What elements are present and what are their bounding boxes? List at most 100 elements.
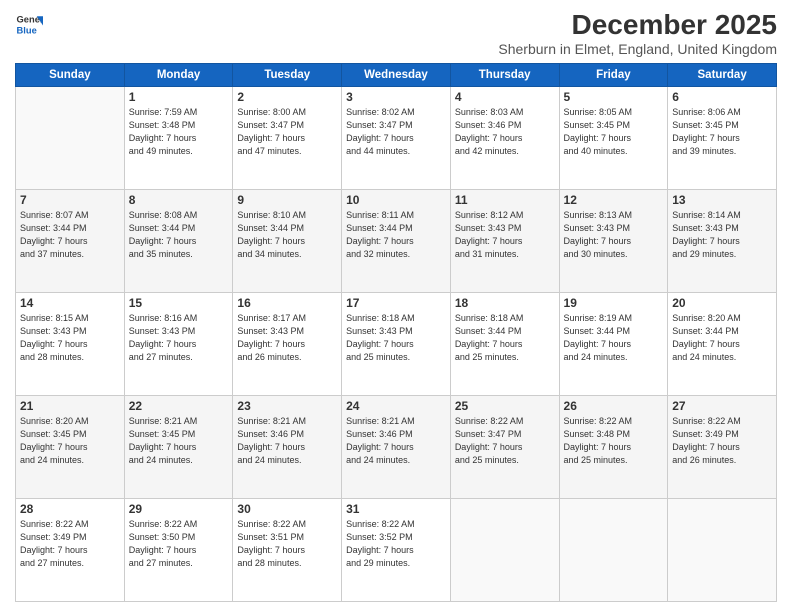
day-number: 12	[564, 193, 664, 207]
day-number: 14	[20, 296, 120, 310]
calendar-cell	[16, 86, 125, 189]
calendar-cell: 11Sunrise: 8:12 AM Sunset: 3:43 PM Dayli…	[450, 189, 559, 292]
logo: General Blue	[15, 10, 43, 38]
day-number: 25	[455, 399, 555, 413]
weekday-header-saturday: Saturday	[668, 63, 777, 86]
weekday-header-sunday: Sunday	[16, 63, 125, 86]
calendar-cell: 13 Sunrise: 8:14 AM Sunset: 3:43 PM Dayli…	[668, 189, 777, 292]
day-info: Sunrise: 8:21 AM Sunset: 3:45 PM Dayligh…	[129, 415, 229, 467]
day-info: Sunrise: 8:08 AM Sunset: 3:44 PM Dayligh…	[129, 209, 229, 261]
day-number: 20	[672, 296, 772, 310]
calendar-week-row: 1 Sunrise: 7:59 AM Sunset: 3:48 PM Daylig…	[16, 86, 777, 189]
day-number: 4	[455, 90, 555, 104]
day-info: Sunrise: 8:07 AM Sunset: 3:44 PM Dayligh…	[20, 209, 120, 261]
day-info: Sunrise: 8:17 AM Sunset: 3:43 PM Dayligh…	[237, 312, 337, 364]
day-info: Sunrise: 8:13 AM Sunset: 3:43 PM Dayligh…	[564, 209, 664, 261]
month-title: December 2025	[498, 10, 777, 41]
calendar-cell: 10Sunrise: 8:11 AM Sunset: 3:44 PM Dayli…	[342, 189, 451, 292]
weekday-header-monday: Monday	[124, 63, 233, 86]
svg-text:Blue: Blue	[17, 25, 37, 35]
day-info: Sunrise: 8:06 AM Sunset: 3:45 PM Dayligh…	[672, 106, 772, 158]
day-number: 11	[455, 193, 555, 207]
day-info: Sunrise: 8:02 AM Sunset: 3:47 PM Dayligh…	[346, 106, 446, 158]
day-number: 15	[129, 296, 229, 310]
weekday-header-friday: Friday	[559, 63, 668, 86]
day-number: 8	[129, 193, 229, 207]
calendar-week-row: 21 Sunrise: 8:20 AM Sunset: 3:45 PM Dayli…	[16, 395, 777, 498]
calendar-cell: 31 Sunrise: 8:22 AM Sunset: 3:52 PM Dayli…	[342, 498, 451, 601]
day-info: Sunrise: 8:22 AM Sunset: 3:50 PM Dayligh…	[129, 518, 229, 570]
calendar-cell: 21 Sunrise: 8:20 AM Sunset: 3:45 PM Dayli…	[16, 395, 125, 498]
day-number: 27	[672, 399, 772, 413]
day-number: 1	[129, 90, 229, 104]
day-number: 16	[237, 296, 337, 310]
weekday-header-wednesday: Wednesday	[342, 63, 451, 86]
day-number: 18	[455, 296, 555, 310]
calendar-cell: 1 Sunrise: 7:59 AM Sunset: 3:48 PM Daylig…	[124, 86, 233, 189]
day-number: 28	[20, 502, 120, 516]
weekday-header-row: SundayMondayTuesdayWednesdayThursdayFrid…	[16, 63, 777, 86]
day-number: 6	[672, 90, 772, 104]
day-info: Sunrise: 8:18 AM Sunset: 3:44 PM Dayligh…	[455, 312, 555, 364]
day-info: Sunrise: 8:03 AM Sunset: 3:46 PM Dayligh…	[455, 106, 555, 158]
calendar-cell: 23 Sunrise: 8:21 AM Sunset: 3:46 PM Dayli…	[233, 395, 342, 498]
day-info: Sunrise: 8:21 AM Sunset: 3:46 PM Dayligh…	[346, 415, 446, 467]
calendar-cell: 8 Sunrise: 8:08 AM Sunset: 3:44 PM Daylig…	[124, 189, 233, 292]
calendar-cell: 17 Sunrise: 8:18 AM Sunset: 3:43 PM Dayli…	[342, 292, 451, 395]
day-info: Sunrise: 8:22 AM Sunset: 3:49 PM Dayligh…	[20, 518, 120, 570]
day-number: 31	[346, 502, 446, 516]
day-info: Sunrise: 8:16 AM Sunset: 3:43 PM Dayligh…	[129, 312, 229, 364]
day-info: Sunrise: 8:22 AM Sunset: 3:49 PM Dayligh…	[672, 415, 772, 467]
day-info: Sunrise: 8:18 AM Sunset: 3:43 PM Dayligh…	[346, 312, 446, 364]
day-info: Sunrise: 8:15 AM Sunset: 3:43 PM Dayligh…	[20, 312, 120, 364]
day-info: Sunrise: 8:22 AM Sunset: 3:48 PM Dayligh…	[564, 415, 664, 467]
calendar-cell: 2 Sunrise: 8:00 AM Sunset: 3:47 PM Daylig…	[233, 86, 342, 189]
day-info: Sunrise: 8:22 AM Sunset: 3:47 PM Dayligh…	[455, 415, 555, 467]
day-number: 5	[564, 90, 664, 104]
day-info: Sunrise: 7:59 AM Sunset: 3:48 PM Dayligh…	[129, 106, 229, 158]
day-number: 10	[346, 193, 446, 207]
calendar-cell: 9Sunrise: 8:10 AM Sunset: 3:44 PM Daylig…	[233, 189, 342, 292]
calendar-cell: 29Sunrise: 8:22 AM Sunset: 3:50 PM Dayli…	[124, 498, 233, 601]
calendar-cell: 28 Sunrise: 8:22 AM Sunset: 3:49 PM Dayli…	[16, 498, 125, 601]
calendar-cell: 26Sunrise: 8:22 AM Sunset: 3:48 PM Dayli…	[559, 395, 668, 498]
day-number: 17	[346, 296, 446, 310]
calendar-cell: 16 Sunrise: 8:17 AM Sunset: 3:43 PM Dayli…	[233, 292, 342, 395]
calendar-cell: 5 Sunrise: 8:05 AM Sunset: 3:45 PM Daylig…	[559, 86, 668, 189]
day-info: Sunrise: 8:20 AM Sunset: 3:45 PM Dayligh…	[20, 415, 120, 467]
day-info: Sunrise: 8:00 AM Sunset: 3:47 PM Dayligh…	[237, 106, 337, 158]
calendar-cell: 27 Sunrise: 8:22 AM Sunset: 3:49 PM Dayli…	[668, 395, 777, 498]
calendar-cell: 22Sunrise: 8:21 AM Sunset: 3:45 PM Dayli…	[124, 395, 233, 498]
subtitle: Sherburn in Elmet, England, United Kingd…	[498, 41, 777, 57]
calendar-week-row: 7 Sunrise: 8:07 AM Sunset: 3:44 PM Daylig…	[16, 189, 777, 292]
day-info: Sunrise: 8:14 AM Sunset: 3:43 PM Dayligh…	[672, 209, 772, 261]
day-info: Sunrise: 8:22 AM Sunset: 3:52 PM Dayligh…	[346, 518, 446, 570]
header: General Blue December 2025 Sherburn in E…	[15, 10, 777, 57]
day-info: Sunrise: 8:10 AM Sunset: 3:44 PM Dayligh…	[237, 209, 337, 261]
day-number: 13	[672, 193, 772, 207]
calendar-cell: 19Sunrise: 8:19 AM Sunset: 3:44 PM Dayli…	[559, 292, 668, 395]
day-number: 7	[20, 193, 120, 207]
day-info: Sunrise: 8:05 AM Sunset: 3:45 PM Dayligh…	[564, 106, 664, 158]
weekday-header-thursday: Thursday	[450, 63, 559, 86]
calendar-cell: 30 Sunrise: 8:22 AM Sunset: 3:51 PM Dayli…	[233, 498, 342, 601]
logo-icon: General Blue	[15, 10, 43, 38]
day-number: 24	[346, 399, 446, 413]
calendar-cell: 12 Sunrise: 8:13 AM Sunset: 3:43 PM Dayli…	[559, 189, 668, 292]
day-number: 21	[20, 399, 120, 413]
page: General Blue December 2025 Sherburn in E…	[0, 0, 792, 612]
day-info: Sunrise: 8:21 AM Sunset: 3:46 PM Dayligh…	[237, 415, 337, 467]
day-number: 23	[237, 399, 337, 413]
calendar-cell: 3 Sunrise: 8:02 AM Sunset: 3:47 PM Daylig…	[342, 86, 451, 189]
day-info: Sunrise: 8:20 AM Sunset: 3:44 PM Dayligh…	[672, 312, 772, 364]
calendar-cell: 25 Sunrise: 8:22 AM Sunset: 3:47 PM Dayli…	[450, 395, 559, 498]
day-number: 2	[237, 90, 337, 104]
calendar-cell	[450, 498, 559, 601]
calendar-week-row: 14 Sunrise: 8:15 AM Sunset: 3:43 PM Dayli…	[16, 292, 777, 395]
calendar-week-row: 28 Sunrise: 8:22 AM Sunset: 3:49 PM Dayli…	[16, 498, 777, 601]
day-number: 3	[346, 90, 446, 104]
calendar-cell: 6 Sunrise: 8:06 AM Sunset: 3:45 PM Daylig…	[668, 86, 777, 189]
calendar-cell	[559, 498, 668, 601]
day-info: Sunrise: 8:22 AM Sunset: 3:51 PM Dayligh…	[237, 518, 337, 570]
day-number: 30	[237, 502, 337, 516]
